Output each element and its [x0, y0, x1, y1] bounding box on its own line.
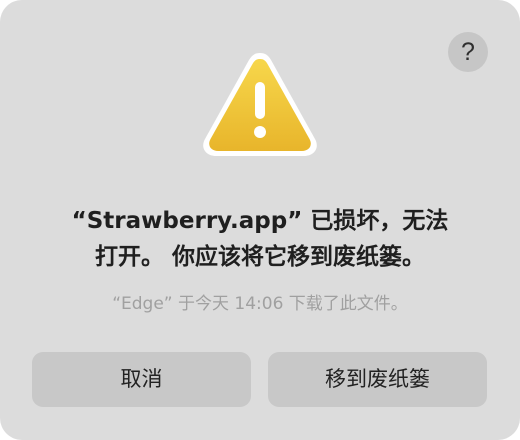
cancel-button[interactable]: 取消 [32, 352, 251, 407]
damaged-app-alert-dialog: ? “Strawberry.app” 已损坏，无法 打开。 你应该将它移到废纸篓… [0, 0, 520, 440]
help-button[interactable]: ? [448, 32, 488, 72]
download-source-message: “Edge” 于今天 14:06 下载了此文件。 [112, 294, 408, 314]
alert-title-line-1: “Strawberry.app” 已损坏，无法 [71, 208, 449, 234]
move-to-trash-button[interactable]: 移到废纸篓 [268, 352, 487, 407]
warning-icon [200, 48, 320, 160]
alert-title: “Strawberry.app” 已损坏，无法 打开。 你应该将它移到废纸篓。 [40, 203, 480, 275]
alert-title-line-2: 打开。 你应该将它移到废纸篓。 [94, 244, 425, 270]
